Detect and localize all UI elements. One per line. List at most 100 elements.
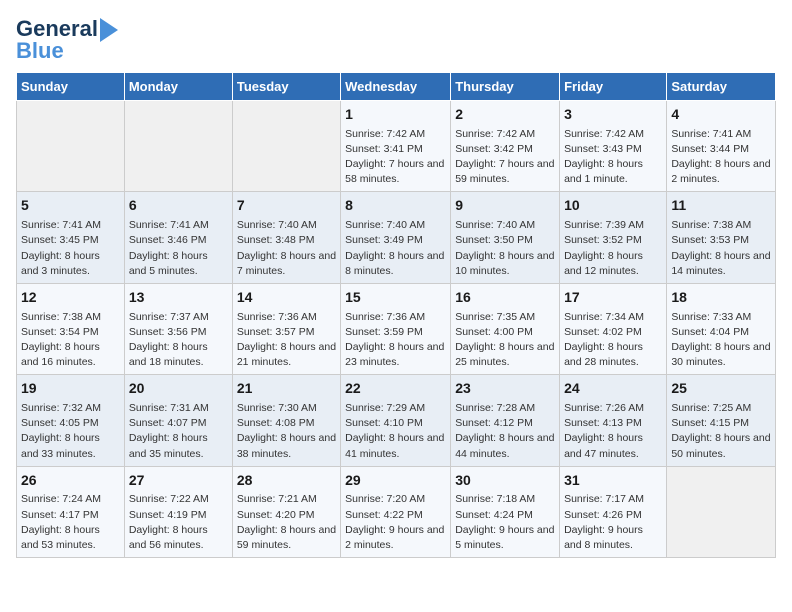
day-number: 13 bbox=[129, 288, 228, 308]
calendar-cell: 17Sunrise: 7:34 AMSunset: 4:02 PMDayligh… bbox=[560, 283, 667, 374]
day-number: 4 bbox=[671, 105, 771, 125]
calendar-header-row: SundayMondayTuesdayWednesdayThursdayFrid… bbox=[17, 73, 776, 101]
day-number: 31 bbox=[564, 471, 662, 491]
calendar-cell: 31Sunrise: 7:17 AMSunset: 4:26 PMDayligh… bbox=[560, 466, 667, 557]
day-info: Sunrise: 7:38 AMSunset: 3:53 PMDaylight:… bbox=[671, 218, 771, 279]
day-info: Sunrise: 7:35 AMSunset: 4:00 PMDaylight:… bbox=[455, 310, 555, 371]
logo-text2: Blue bbox=[16, 40, 64, 62]
calendar-cell: 1Sunrise: 7:42 AMSunset: 3:41 PMDaylight… bbox=[341, 101, 451, 192]
day-number: 21 bbox=[237, 379, 336, 399]
logo: General Blue bbox=[16, 16, 118, 62]
day-number: 27 bbox=[129, 471, 228, 491]
calendar-cell: 24Sunrise: 7:26 AMSunset: 4:13 PMDayligh… bbox=[560, 375, 667, 466]
calendar-cell: 23Sunrise: 7:28 AMSunset: 4:12 PMDayligh… bbox=[451, 375, 560, 466]
calendar-week-row: 19Sunrise: 7:32 AMSunset: 4:05 PMDayligh… bbox=[17, 375, 776, 466]
calendar-cell: 6Sunrise: 7:41 AMSunset: 3:46 PMDaylight… bbox=[124, 192, 232, 283]
day-number: 10 bbox=[564, 196, 662, 216]
day-number: 8 bbox=[345, 196, 446, 216]
day-info: Sunrise: 7:22 AMSunset: 4:19 PMDaylight:… bbox=[129, 492, 228, 553]
day-info: Sunrise: 7:36 AMSunset: 3:59 PMDaylight:… bbox=[345, 310, 446, 371]
day-info: Sunrise: 7:42 AMSunset: 3:43 PMDaylight:… bbox=[564, 127, 662, 188]
header-wednesday: Wednesday bbox=[341, 73, 451, 101]
calendar-cell: 12Sunrise: 7:38 AMSunset: 3:54 PMDayligh… bbox=[17, 283, 125, 374]
day-number: 26 bbox=[21, 471, 120, 491]
calendar-week-row: 1Sunrise: 7:42 AMSunset: 3:41 PMDaylight… bbox=[17, 101, 776, 192]
calendar-cell bbox=[124, 101, 232, 192]
day-info: Sunrise: 7:28 AMSunset: 4:12 PMDaylight:… bbox=[455, 401, 555, 462]
calendar-cell: 11Sunrise: 7:38 AMSunset: 3:53 PMDayligh… bbox=[667, 192, 776, 283]
calendar-cell: 3Sunrise: 7:42 AMSunset: 3:43 PMDaylight… bbox=[560, 101, 667, 192]
day-number: 25 bbox=[671, 379, 771, 399]
day-info: Sunrise: 7:32 AMSunset: 4:05 PMDaylight:… bbox=[21, 401, 120, 462]
logo-text: General bbox=[16, 18, 98, 40]
calendar-cell: 19Sunrise: 7:32 AMSunset: 4:05 PMDayligh… bbox=[17, 375, 125, 466]
day-number: 19 bbox=[21, 379, 120, 399]
day-number: 18 bbox=[671, 288, 771, 308]
day-info: Sunrise: 7:42 AMSunset: 3:41 PMDaylight:… bbox=[345, 127, 446, 188]
calendar-cell: 2Sunrise: 7:42 AMSunset: 3:42 PMDaylight… bbox=[451, 101, 560, 192]
calendar-week-row: 5Sunrise: 7:41 AMSunset: 3:45 PMDaylight… bbox=[17, 192, 776, 283]
day-info: Sunrise: 7:40 AMSunset: 3:48 PMDaylight:… bbox=[237, 218, 336, 279]
calendar-week-row: 12Sunrise: 7:38 AMSunset: 3:54 PMDayligh… bbox=[17, 283, 776, 374]
day-number: 14 bbox=[237, 288, 336, 308]
day-number: 7 bbox=[237, 196, 336, 216]
day-info: Sunrise: 7:20 AMSunset: 4:22 PMDaylight:… bbox=[345, 492, 446, 553]
day-info: Sunrise: 7:34 AMSunset: 4:02 PMDaylight:… bbox=[564, 310, 662, 371]
header-friday: Friday bbox=[560, 73, 667, 101]
day-info: Sunrise: 7:41 AMSunset: 3:45 PMDaylight:… bbox=[21, 218, 120, 279]
day-info: Sunrise: 7:39 AMSunset: 3:52 PMDaylight:… bbox=[564, 218, 662, 279]
calendar-cell: 20Sunrise: 7:31 AMSunset: 4:07 PMDayligh… bbox=[124, 375, 232, 466]
calendar-cell: 4Sunrise: 7:41 AMSunset: 3:44 PMDaylight… bbox=[667, 101, 776, 192]
page-header: General Blue bbox=[16, 16, 776, 62]
day-info: Sunrise: 7:41 AMSunset: 3:44 PMDaylight:… bbox=[671, 127, 771, 188]
day-info: Sunrise: 7:25 AMSunset: 4:15 PMDaylight:… bbox=[671, 401, 771, 462]
day-info: Sunrise: 7:42 AMSunset: 3:42 PMDaylight:… bbox=[455, 127, 555, 188]
calendar-cell bbox=[667, 466, 776, 557]
day-number: 1 bbox=[345, 105, 446, 125]
calendar-cell: 21Sunrise: 7:30 AMSunset: 4:08 PMDayligh… bbox=[232, 375, 340, 466]
day-info: Sunrise: 7:41 AMSunset: 3:46 PMDaylight:… bbox=[129, 218, 228, 279]
calendar-cell: 26Sunrise: 7:24 AMSunset: 4:17 PMDayligh… bbox=[17, 466, 125, 557]
calendar-cell: 5Sunrise: 7:41 AMSunset: 3:45 PMDaylight… bbox=[17, 192, 125, 283]
day-number: 17 bbox=[564, 288, 662, 308]
day-info: Sunrise: 7:40 AMSunset: 3:49 PMDaylight:… bbox=[345, 218, 446, 279]
day-info: Sunrise: 7:24 AMSunset: 4:17 PMDaylight:… bbox=[21, 492, 120, 553]
calendar-cell: 25Sunrise: 7:25 AMSunset: 4:15 PMDayligh… bbox=[667, 375, 776, 466]
calendar-cell bbox=[17, 101, 125, 192]
calendar-cell: 16Sunrise: 7:35 AMSunset: 4:00 PMDayligh… bbox=[451, 283, 560, 374]
calendar-cell: 28Sunrise: 7:21 AMSunset: 4:20 PMDayligh… bbox=[232, 466, 340, 557]
calendar-cell: 18Sunrise: 7:33 AMSunset: 4:04 PMDayligh… bbox=[667, 283, 776, 374]
day-number: 29 bbox=[345, 471, 446, 491]
calendar-cell: 22Sunrise: 7:29 AMSunset: 4:10 PMDayligh… bbox=[341, 375, 451, 466]
day-number: 23 bbox=[455, 379, 555, 399]
day-number: 15 bbox=[345, 288, 446, 308]
day-number: 12 bbox=[21, 288, 120, 308]
calendar-cell: 7Sunrise: 7:40 AMSunset: 3:48 PMDaylight… bbox=[232, 192, 340, 283]
header-thursday: Thursday bbox=[451, 73, 560, 101]
calendar-week-row: 26Sunrise: 7:24 AMSunset: 4:17 PMDayligh… bbox=[17, 466, 776, 557]
day-number: 5 bbox=[21, 196, 120, 216]
day-number: 9 bbox=[455, 196, 555, 216]
header-sunday: Sunday bbox=[17, 73, 125, 101]
day-info: Sunrise: 7:33 AMSunset: 4:04 PMDaylight:… bbox=[671, 310, 771, 371]
calendar-cell: 13Sunrise: 7:37 AMSunset: 3:56 PMDayligh… bbox=[124, 283, 232, 374]
day-number: 2 bbox=[455, 105, 555, 125]
day-info: Sunrise: 7:36 AMSunset: 3:57 PMDaylight:… bbox=[237, 310, 336, 371]
day-info: Sunrise: 7:17 AMSunset: 4:26 PMDaylight:… bbox=[564, 492, 662, 553]
day-info: Sunrise: 7:38 AMSunset: 3:54 PMDaylight:… bbox=[21, 310, 120, 371]
day-number: 24 bbox=[564, 379, 662, 399]
day-info: Sunrise: 7:40 AMSunset: 3:50 PMDaylight:… bbox=[455, 218, 555, 279]
day-info: Sunrise: 7:18 AMSunset: 4:24 PMDaylight:… bbox=[455, 492, 555, 553]
day-info: Sunrise: 7:31 AMSunset: 4:07 PMDaylight:… bbox=[129, 401, 228, 462]
day-info: Sunrise: 7:37 AMSunset: 3:56 PMDaylight:… bbox=[129, 310, 228, 371]
calendar-table: SundayMondayTuesdayWednesdayThursdayFrid… bbox=[16, 72, 776, 558]
logo-arrow-icon bbox=[100, 18, 118, 42]
header-tuesday: Tuesday bbox=[232, 73, 340, 101]
day-info: Sunrise: 7:21 AMSunset: 4:20 PMDaylight:… bbox=[237, 492, 336, 553]
day-info: Sunrise: 7:30 AMSunset: 4:08 PMDaylight:… bbox=[237, 401, 336, 462]
header-saturday: Saturday bbox=[667, 73, 776, 101]
calendar-cell: 14Sunrise: 7:36 AMSunset: 3:57 PMDayligh… bbox=[232, 283, 340, 374]
day-number: 16 bbox=[455, 288, 555, 308]
day-number: 20 bbox=[129, 379, 228, 399]
calendar-cell: 27Sunrise: 7:22 AMSunset: 4:19 PMDayligh… bbox=[124, 466, 232, 557]
